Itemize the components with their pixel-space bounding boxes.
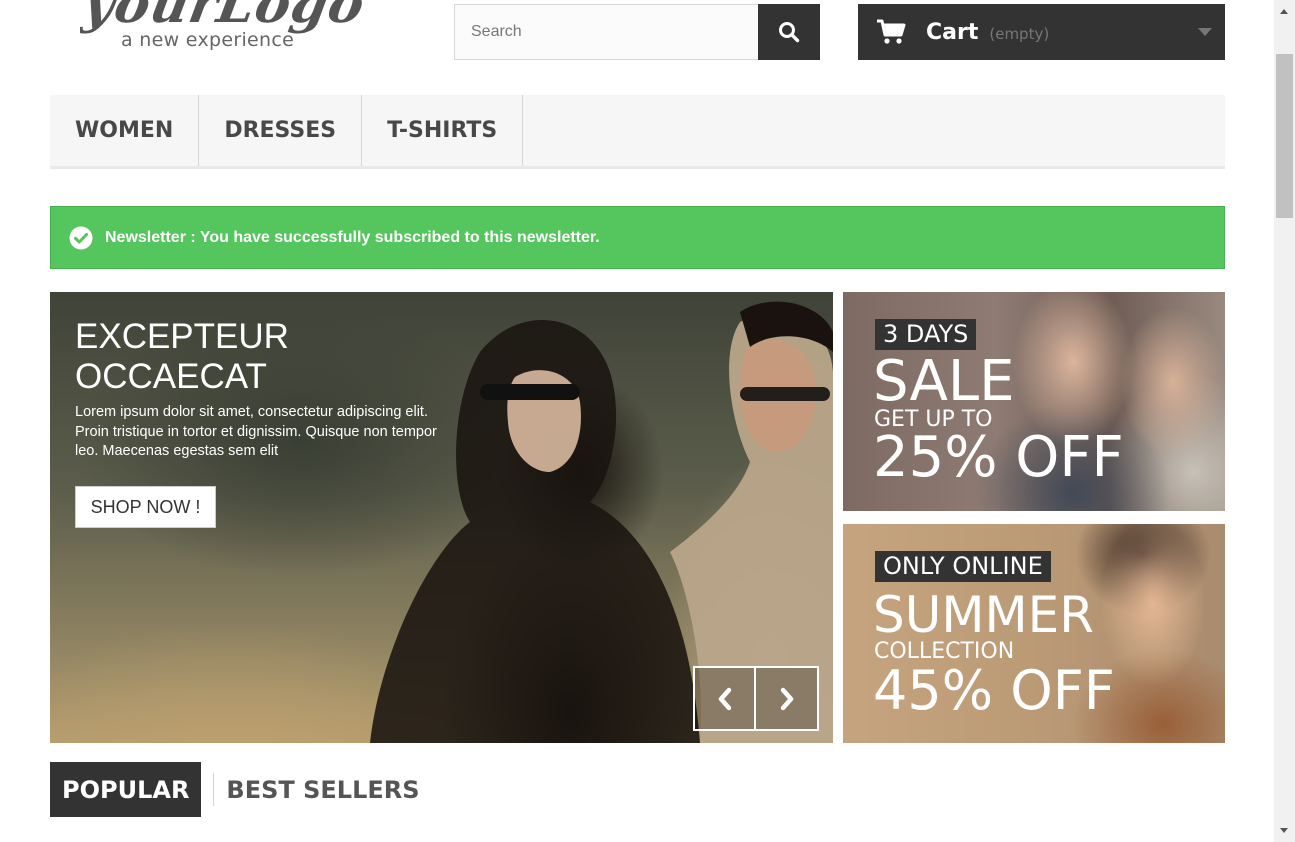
- chevron-left-icon: [718, 687, 731, 710]
- banner-tag: ONLY ONLINE: [875, 551, 1051, 582]
- search-button[interactable]: [758, 4, 820, 60]
- chevron-down-icon: [1198, 28, 1212, 36]
- cart-status: (empty): [989, 24, 1050, 43]
- banner-headline: SUMMER: [873, 586, 1094, 644]
- tab-popular[interactable]: POPULAR: [50, 762, 202, 817]
- scroll-up-arrow-icon[interactable]: [1280, 9, 1288, 14]
- tab-best-sellers[interactable]: BEST SELLERS: [226, 762, 419, 817]
- shop-now-button[interactable]: SHOP NOW !: [75, 486, 216, 528]
- check-circle-icon: [69, 226, 93, 249]
- homepage-slider: EXCEPTEUR OCCAECAT Lorem ipsum dolor sit…: [50, 292, 833, 743]
- menu-item-women[interactable]: WOMEN: [50, 95, 200, 166]
- slide-title: EXCEPTEUR OCCAECAT: [75, 317, 289, 397]
- search-bar: [454, 4, 820, 60]
- main-menu: WOMEN DRESSES T-SHIRTS: [50, 95, 1225, 169]
- logo-tagline: a new experience: [121, 29, 295, 51]
- slider-prev-button[interactable]: [693, 666, 756, 731]
- banner-offer: 25% OFF: [873, 425, 1124, 490]
- shopping-cart-icon: [877, 19, 906, 44]
- banner-tag: 3 DAYS: [875, 319, 977, 350]
- menu-item-t-shirts[interactable]: T-SHIRTS: [362, 95, 524, 166]
- slider-nav: [693, 666, 819, 731]
- chevron-right-icon: [780, 687, 793, 710]
- scrollbar-thumb[interactable]: [1276, 54, 1293, 218]
- alert-message: Newsletter : You have successfully subsc…: [105, 228, 600, 246]
- product-tabs: POPULAR BEST SELLERS: [50, 762, 420, 817]
- promo-banner-summer[interactable]: ONLY ONLINE SUMMER COLLECTION 45% OFF: [843, 524, 1225, 743]
- tab-divider: [213, 773, 215, 806]
- slide-description: Lorem ipsum dolor sit amet, consectetur …: [75, 404, 437, 459]
- newsletter-success-alert: Newsletter : You have successfully subsc…: [50, 206, 1225, 269]
- page-scrollbar[interactable]: [1274, 0, 1295, 842]
- menu-item-dresses[interactable]: DRESSES: [199, 95, 363, 166]
- slider-next-button[interactable]: [756, 666, 819, 731]
- cart-button[interactable]: Cart (empty): [858, 4, 1225, 60]
- site-logo[interactable]: yourLogo a new experience: [80, 0, 380, 60]
- banner-offer: 45% OFF: [873, 659, 1115, 722]
- slide-title-line2: OCCAECAT: [75, 357, 267, 396]
- banner-headline: SALE: [873, 349, 1015, 414]
- slide-title-line1: EXCEPTEUR: [75, 317, 289, 356]
- search-input[interactable]: [454, 4, 758, 60]
- scroll-down-arrow-icon[interactable]: [1280, 828, 1288, 833]
- search-icon: [779, 22, 800, 43]
- cart-label: Cart: [926, 19, 979, 45]
- promo-banner-sale[interactable]: 3 DAYS SALE GET UP TO 25% OFF: [843, 292, 1225, 511]
